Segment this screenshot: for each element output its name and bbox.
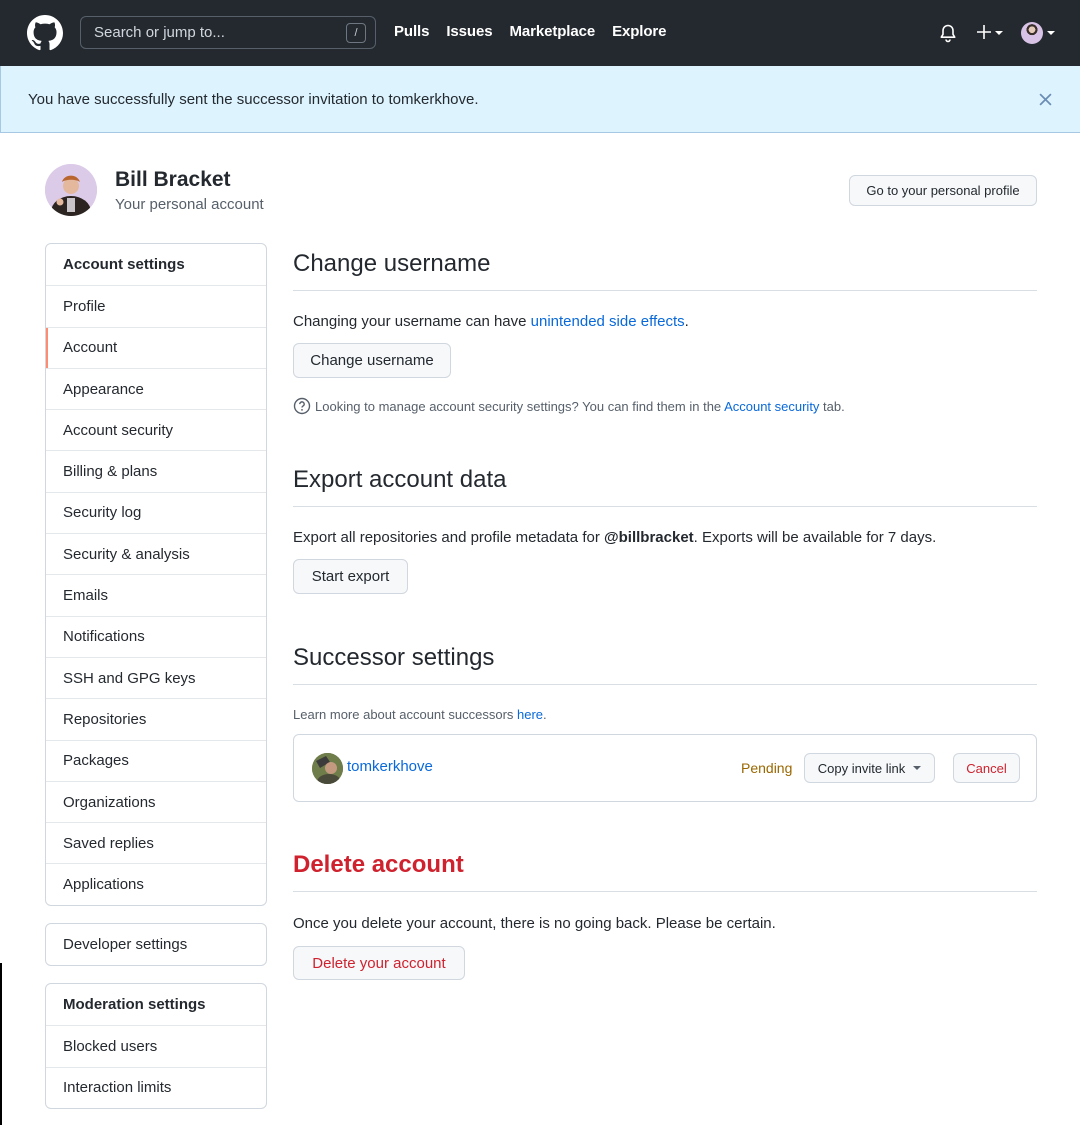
profile-name: Bill Bracket xyxy=(115,168,231,191)
export-text-before: Export all repositories and profile meta… xyxy=(293,529,604,546)
successor-title: Successor settings xyxy=(293,644,1037,685)
user-avatar[interactable] xyxy=(1021,22,1043,44)
avatar-image xyxy=(45,164,97,216)
sidebar-item-security-log[interactable]: Security log xyxy=(46,491,266,533)
successor-status: Pending xyxy=(741,760,793,776)
account-security-link[interactable]: Account security xyxy=(724,399,819,414)
change-username-section: Change username xyxy=(293,250,1037,291)
successor-avatar[interactable] xyxy=(312,753,343,784)
nav-pulls[interactable]: Pulls xyxy=(394,23,429,40)
window-edge xyxy=(0,963,2,1125)
developer-settings-menu: Developer settings xyxy=(45,923,267,967)
sidebar-item-security-analysis[interactable]: Security & analysis xyxy=(46,533,266,574)
sidebar-item-appearance[interactable]: Appearance xyxy=(46,367,266,409)
sidebar-item-account[interactable]: Account xyxy=(46,326,266,369)
bell-icon[interactable] xyxy=(938,23,958,43)
sidebar-item-saved-replies[interactable]: Saved replies xyxy=(46,822,266,863)
delete-account-button[interactable]: Delete your account xyxy=(293,946,465,980)
learn-text-after: . xyxy=(543,707,547,722)
change-username-text-before: Changing your username can have xyxy=(293,313,531,330)
moderation-settings-menu: Moderation settings Blocked users Intera… xyxy=(45,983,267,1109)
start-export-button[interactable]: Start export xyxy=(293,559,408,594)
user-menu-caret-icon[interactable] xyxy=(1047,31,1055,35)
delete-section: Delete account xyxy=(293,851,1037,892)
export-text: Export all repositories and profile meta… xyxy=(293,529,936,546)
sidebar-item-organizations[interactable]: Organizations xyxy=(46,780,266,822)
flash-message: You have successfully sent the successor… xyxy=(28,90,479,108)
search-shortcut-key: / xyxy=(346,23,366,43)
sidebar-item-account-security[interactable]: Account security xyxy=(46,409,266,450)
sidebar-item-blocked-users[interactable]: Blocked users xyxy=(46,1025,266,1066)
change-username-text: Changing your username can have unintend… xyxy=(293,313,689,330)
menu-heading-account-settings: Account settings xyxy=(63,256,185,274)
unintended-side-effects-link[interactable]: unintended side effects xyxy=(531,313,685,330)
nav-explore[interactable]: Explore xyxy=(612,23,666,40)
successor-username-link[interactable]: tomkerkhove xyxy=(347,758,433,775)
flash-notice: You have successfully sent the successor… xyxy=(0,66,1080,133)
global-header: Search or jump to... / Pulls Issues Mark… xyxy=(0,0,1080,66)
sidebar-item-packages[interactable]: Packages xyxy=(46,739,266,781)
delete-title: Delete account xyxy=(293,851,1037,892)
sidebar-item-developer-settings[interactable]: Developer settings xyxy=(46,924,266,965)
delete-text: Once you delete your account, there is n… xyxy=(293,915,776,932)
search-input[interactable]: Search or jump to... / xyxy=(80,16,376,49)
go-to-profile-button[interactable]: Go to your personal profile xyxy=(849,175,1037,206)
successor-learn-more: Learn more about account successors here… xyxy=(293,707,547,722)
search-placeholder: Search or jump to... xyxy=(94,24,225,41)
successor-avatar-image xyxy=(312,753,343,784)
profile-subtitle: Your personal account xyxy=(115,196,264,213)
plus-icon[interactable] xyxy=(976,24,992,40)
successors-here-link[interactable]: here xyxy=(517,707,543,722)
sidebar-item-ssh-gpg-keys[interactable]: SSH and GPG keys xyxy=(46,656,266,698)
sidebar-item-notifications[interactable]: Notifications xyxy=(46,615,266,657)
cancel-invite-button[interactable]: Cancel xyxy=(953,753,1020,783)
change-username-text-after: . xyxy=(684,313,689,330)
nav-marketplace[interactable]: Marketplace xyxy=(509,23,595,40)
menu-heading-moderation-settings: Moderation settings xyxy=(63,996,206,1014)
export-title: Export account data xyxy=(293,466,1037,507)
account-settings-menu: Account settings Profile Account Appeara… xyxy=(45,243,267,906)
successor-section: Successor settings xyxy=(293,644,1037,685)
change-username-button[interactable]: Change username xyxy=(293,343,451,378)
copy-invite-link-button[interactable]: Copy invite link xyxy=(804,753,935,783)
question-icon xyxy=(293,397,311,415)
note-text-after: tab. xyxy=(819,398,845,414)
export-section: Export account data xyxy=(293,466,1037,507)
sidebar-item-emails[interactable]: Emails xyxy=(46,574,266,615)
copy-invite-link-label: Copy invite link xyxy=(817,760,906,776)
successor-row: tomkerkhove Pending Copy invite link Can… xyxy=(293,734,1037,802)
header-nav: Pulls Issues Marketplace Explore xyxy=(394,23,667,40)
change-username-title: Change username xyxy=(293,250,1037,291)
note-text-before: Looking to manage account security setti… xyxy=(315,398,725,414)
caret-down-icon xyxy=(913,766,922,770)
sidebar-item-applications[interactable]: Applications xyxy=(46,863,266,904)
export-handle: @billbracket xyxy=(604,529,694,546)
sidebar-item-billing[interactable]: Billing & plans xyxy=(46,450,266,491)
close-icon[interactable] xyxy=(1039,93,1052,106)
account-security-note: Looking to manage account security setti… xyxy=(293,397,845,415)
profile-avatar[interactable] xyxy=(45,164,97,216)
nav-issues[interactable]: Issues xyxy=(446,23,492,40)
sidebar-item-interaction-limits[interactable]: Interaction limits xyxy=(46,1066,266,1108)
sidebar-item-profile[interactable]: Profile xyxy=(46,285,266,326)
create-caret-icon[interactable] xyxy=(995,31,1003,35)
sidebar-item-repositories[interactable]: Repositories xyxy=(46,698,266,739)
github-logo-icon[interactable] xyxy=(27,15,63,51)
learn-text-before: Learn more about account successors xyxy=(293,707,518,722)
export-text-after: . Exports will be available for 7 days. xyxy=(693,529,937,546)
